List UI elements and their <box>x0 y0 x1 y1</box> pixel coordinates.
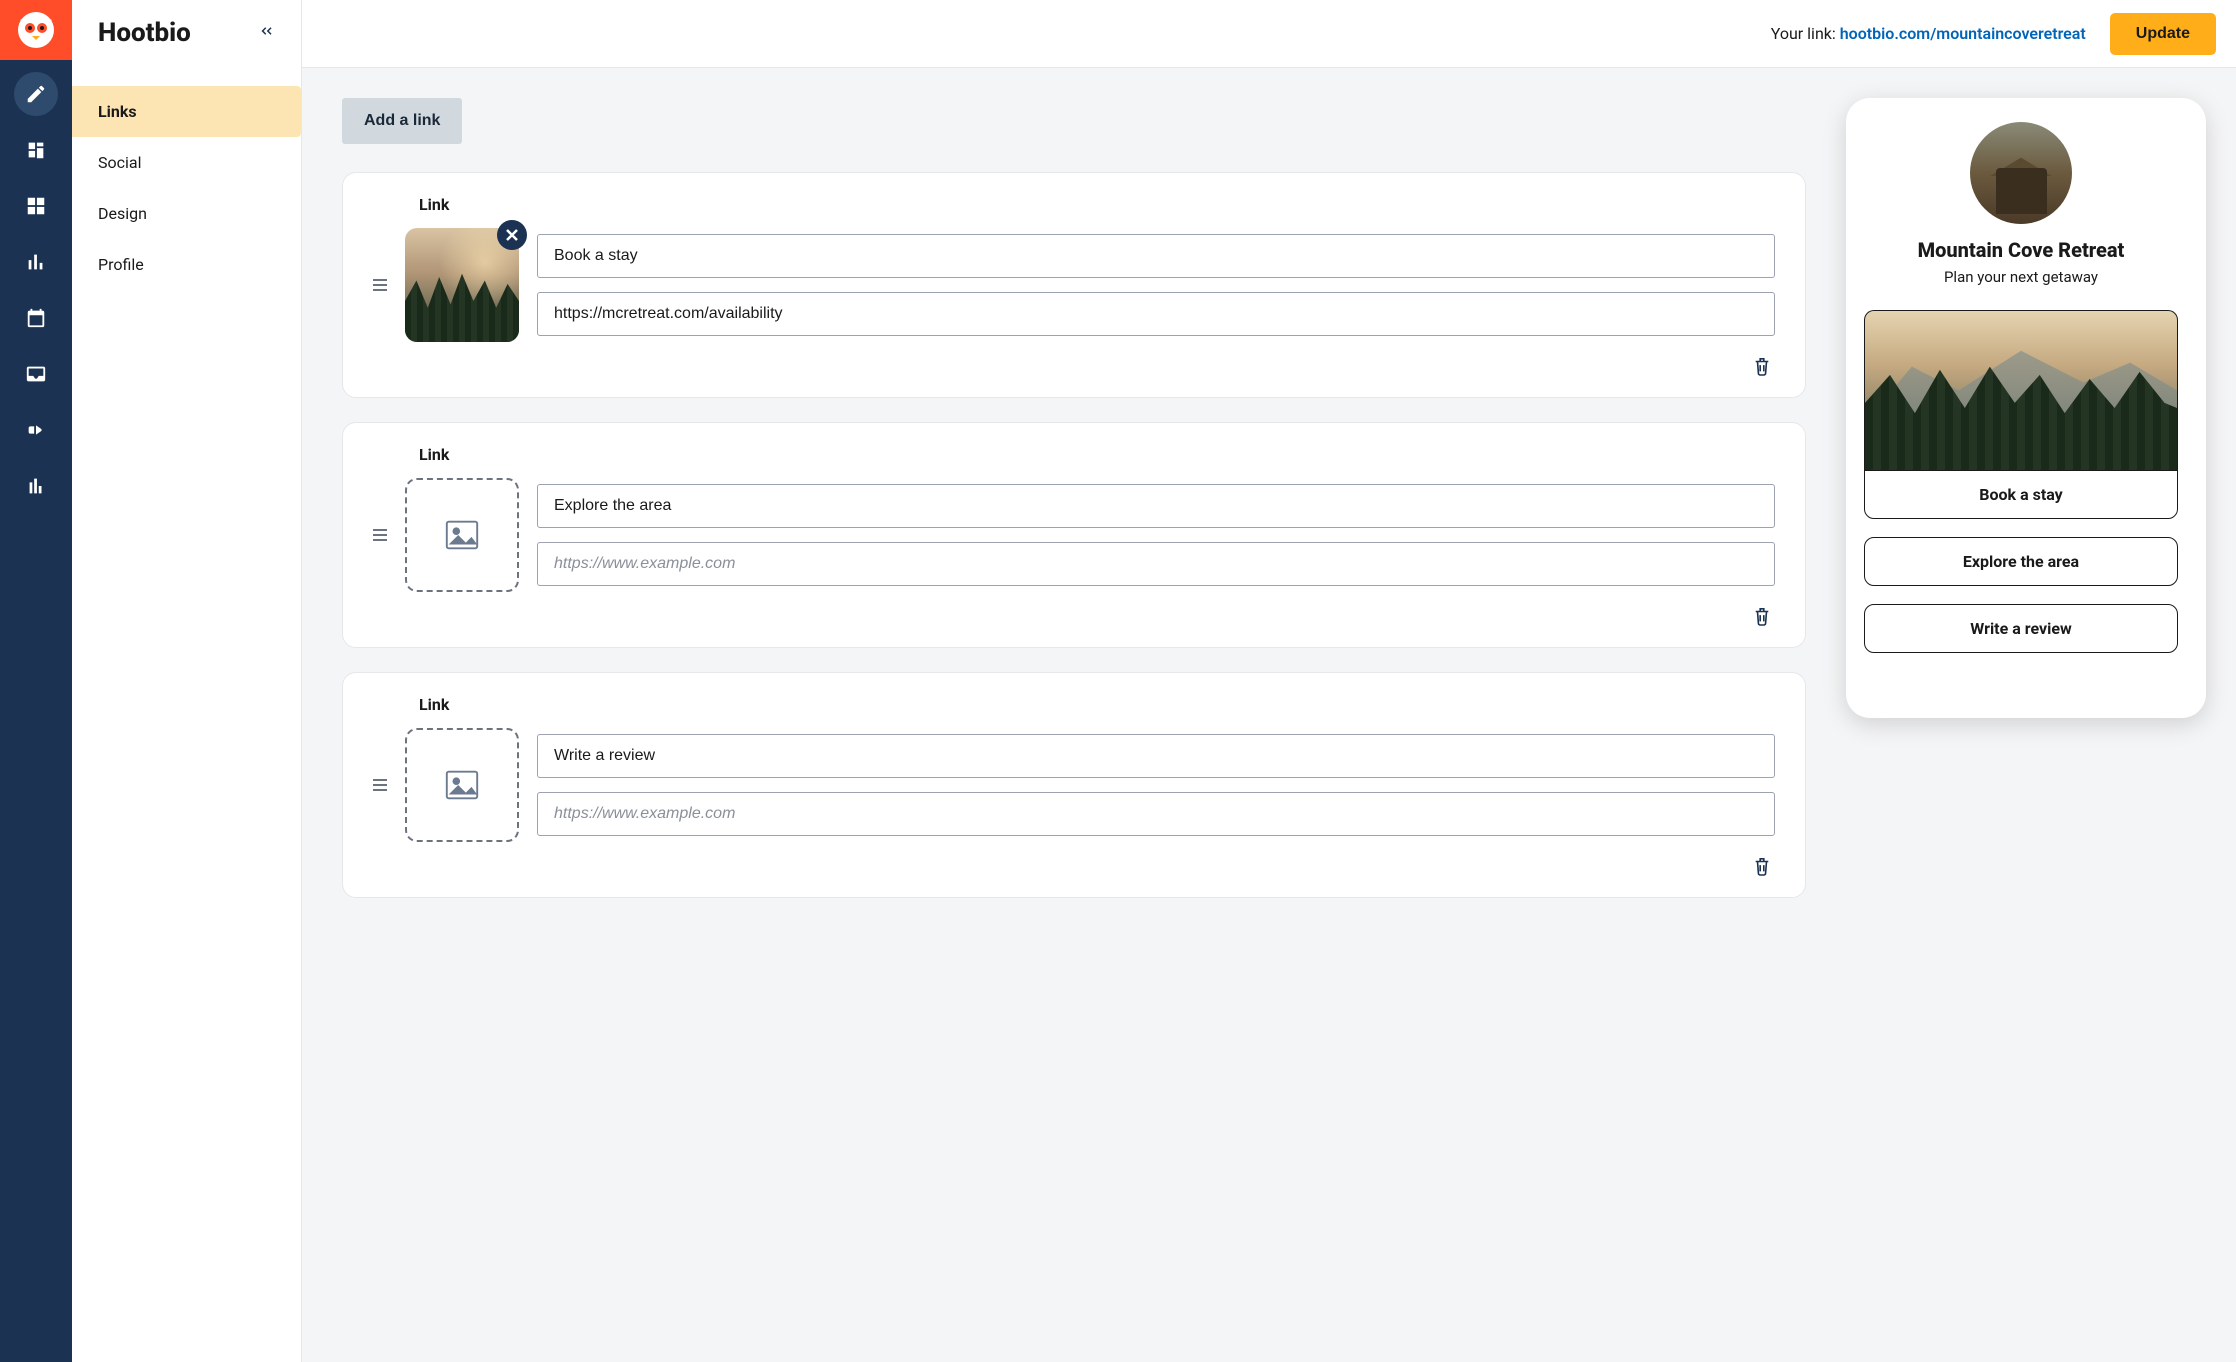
link-title-input[interactable] <box>537 484 1775 528</box>
add-link-button[interactable]: Add a link <box>342 98 462 144</box>
link-card: Link <box>342 672 1806 898</box>
nav-planner[interactable] <box>14 184 58 228</box>
drag-handle-icon[interactable] <box>373 268 387 303</box>
link-heading: Link <box>419 445 1775 464</box>
update-button[interactable]: Update <box>2110 13 2216 55</box>
link-card: Link <box>342 422 1806 648</box>
drag-handle-icon[interactable] <box>373 518 387 553</box>
preview-link-button[interactable]: Explore the area <box>1864 537 2178 586</box>
sidebar: Hootbio Links Social Design Profile <box>72 0 302 1362</box>
nav-calendar[interactable] <box>14 296 58 340</box>
link-thumbnail[interactable] <box>405 228 519 342</box>
delete-link-button[interactable] <box>1749 602 1775 633</box>
app-title: Hootbio <box>98 18 191 48</box>
preview-hero-image <box>1864 310 2178 470</box>
nav-reports[interactable] <box>14 464 58 508</box>
add-image-placeholder[interactable] <box>405 728 519 842</box>
your-link-label: Your link: hootbio.com/mountaincoveretre… <box>1771 24 2086 43</box>
remove-image-button[interactable] <box>497 220 527 250</box>
phone-scroll[interactable]: Mountain Cove Retreat Plan your next get… <box>1864 122 2188 694</box>
nav-streams[interactable] <box>14 128 58 172</box>
link-url-input[interactable] <box>537 792 1775 836</box>
link-title-input[interactable] <box>537 734 1775 778</box>
nav-compose[interactable] <box>14 72 58 116</box>
preview-avatar <box>1970 122 2072 224</box>
sidebar-item-profile[interactable]: Profile <box>72 239 301 290</box>
nav-inbox[interactable] <box>14 352 58 396</box>
delete-link-button[interactable] <box>1749 852 1775 883</box>
nav-analytics[interactable] <box>14 240 58 284</box>
link-heading: Link <box>419 695 1775 714</box>
link-title-input[interactable] <box>537 234 1775 278</box>
sidebar-item-links[interactable]: Links <box>72 86 301 137</box>
your-link-url[interactable]: hootbio.com/mountaincoveretreat <box>1840 24 2086 43</box>
link-heading: Link <box>419 195 1775 214</box>
preview-name: Mountain Cove Retreat <box>1864 238 2178 262</box>
phone-preview: Mountain Cove Retreat Plan your next get… <box>1846 98 2206 718</box>
brand-logo <box>0 0 72 60</box>
nav-rail <box>0 0 72 1362</box>
preview-tagline: Plan your next getaway <box>1864 268 2178 286</box>
editor-pane: Add a link Link <box>302 68 1846 1362</box>
drag-handle-icon[interactable] <box>373 768 387 803</box>
link-card: Link <box>342 172 1806 398</box>
preview-link-button[interactable]: Write a review <box>1864 604 2178 653</box>
preview-link-button[interactable]: Book a stay <box>1864 470 2178 519</box>
link-url-input[interactable] <box>537 292 1775 336</box>
link-url-input[interactable] <box>537 542 1775 586</box>
sidebar-item-design[interactable]: Design <box>72 188 301 239</box>
delete-link-button[interactable] <box>1749 352 1775 383</box>
add-image-placeholder[interactable] <box>405 478 519 592</box>
sidebar-item-social[interactable]: Social <box>72 137 301 188</box>
collapse-sidebar-button[interactable] <box>253 18 279 48</box>
topbar: Your link: hootbio.com/mountaincoveretre… <box>302 0 2236 68</box>
nav-amplify[interactable] <box>14 408 58 452</box>
preview-pane: Mountain Cove Retreat Plan your next get… <box>1846 68 2236 1362</box>
